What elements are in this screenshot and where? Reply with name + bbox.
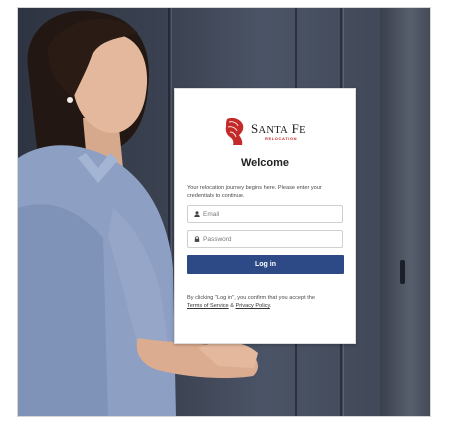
email-field[interactable] [187, 205, 343, 223]
brand-name: SANTA FE [251, 121, 306, 136]
page-title: Welcome [240, 157, 290, 169]
legal-prefix: By clicking "Log in", you confirm that y… [187, 295, 316, 301]
email-input[interactable] [203, 207, 339, 221]
password-input[interactable] [203, 232, 339, 246]
door-frame [380, 8, 430, 416]
user-icon [194, 211, 200, 217]
legal-suffix: . [269, 303, 272, 309]
login-button[interactable]: Log in [187, 255, 344, 274]
login-card: SANTA FE RELOCATION Welcome Your relocat… [174, 88, 356, 344]
horse-head-logo-icon [225, 117, 244, 145]
legal-notice: By clicking "Log in", you confirm that y… [187, 294, 347, 310]
brand-logo: SANTA FE RELOCATION [223, 116, 323, 146]
legal-separator: & [228, 303, 236, 309]
door-handle [400, 260, 405, 284]
lock-icon [194, 236, 200, 242]
terms-of-service-link[interactable]: Terms of Service [187, 303, 229, 309]
brand-subtitle: RELOCATION [265, 136, 298, 141]
privacy-policy-link[interactable]: Privacy Policy [236, 303, 270, 309]
intro-text: Your relocation journey begins here. Ple… [187, 185, 322, 199]
password-field[interactable] [187, 230, 343, 248]
